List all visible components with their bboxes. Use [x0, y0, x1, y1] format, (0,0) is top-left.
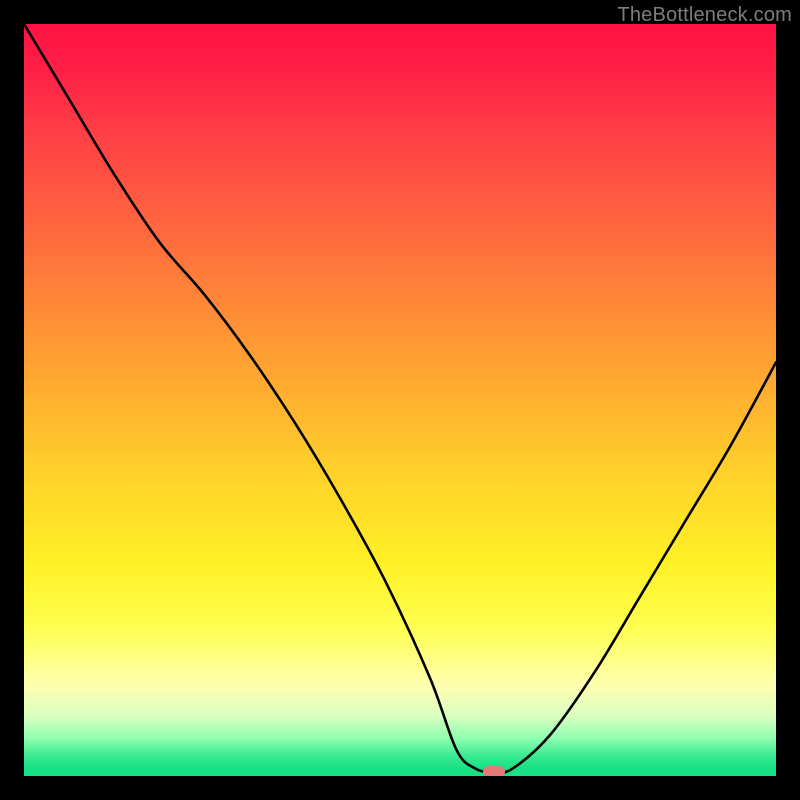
- watermark-text: TheBottleneck.com: [617, 4, 792, 27]
- bottleneck-curve: [24, 24, 776, 776]
- chart-frame: TheBottleneck.com: [0, 0, 800, 800]
- plot-area: [24, 24, 776, 776]
- optimal-point-marker: [483, 766, 505, 776]
